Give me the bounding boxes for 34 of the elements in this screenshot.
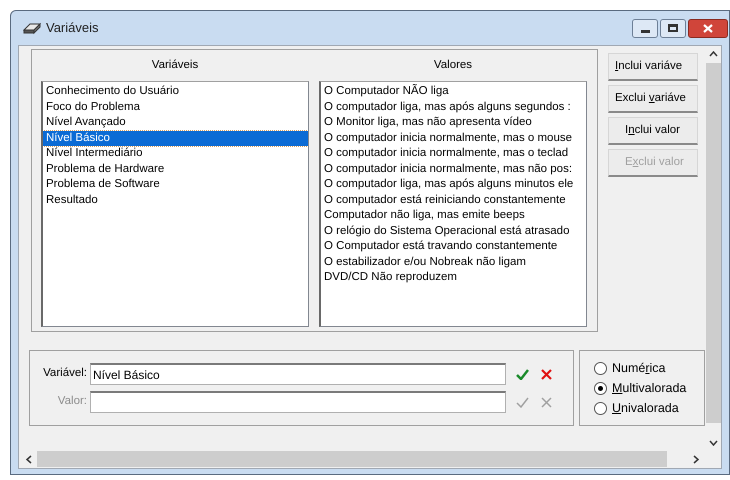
delete-button[interactable]: Exclui variáve (608, 85, 698, 113)
list-item[interactable]: O computador inicia normalmente, mas o mouse (321, 130, 586, 146)
list-item[interactable]: O computador inicia normalmente, mas o teclad (321, 146, 586, 162)
field-label: Valor: (56, 394, 88, 410)
list-item[interactable]: O estabilizador e/ou Nobreak não ligam (321, 254, 586, 270)
field-label: Variável: (42, 366, 88, 382)
list-item[interactable]: O computador liga, mas após alguns minutos ele (321, 177, 586, 193)
list-item[interactable]: Problema de Software (43, 177, 308, 193)
list-item[interactable]: Resultado (43, 192, 308, 208)
list-item[interactable]: O relógio do Sistema Operacional está atrasado (321, 224, 586, 240)
variables-list[interactable]: Conhecimento do Usuário Foco do Problema Nível Avançado Nível Básico Nível Intermediário Problema de Hardware Problema de Software Resultado (41, 81, 309, 328)
radio-label: Univalorada (612, 400, 679, 416)
input-field[interactable]: Nível Básico (90, 363, 506, 385)
list-item[interactable]: DVD/CD Não reproduzem (321, 270, 586, 286)
list-item[interactable]: O Computador NÃO liga (321, 84, 586, 100)
list-item[interactable]: O computador está reiniciando constantemente (321, 192, 586, 208)
list-item[interactable]: O Computador está travando constantemente (321, 239, 586, 255)
window-title: Variáveis (46, 19, 99, 38)
list-item[interactable]: Foco do Problema (43, 100, 308, 116)
list-item[interactable]: Nível Básico (43, 130, 308, 146)
column-heading: Valores (434, 58, 472, 73)
add-button[interactable]: Inclui variáve (608, 53, 698, 81)
list-item[interactable]: Nível Intermediário (43, 146, 308, 162)
list-item[interactable]: Nível Avançado (43, 115, 308, 131)
list-item[interactable]: O Monitor liga, mas não apresenta vídeo (321, 115, 586, 131)
list-item[interactable]: Computador não liga, mas emite beeps (321, 208, 586, 224)
column-heading: Variáveis (152, 58, 198, 73)
add-button[interactable]: Inclui valor (608, 117, 698, 145)
list-item[interactable]: Conhecimento do Usuário (43, 84, 308, 100)
radio-label: Multivalorada (612, 380, 686, 396)
list-item[interactable]: Problema de Hardware (43, 162, 308, 178)
list-item[interactable]: O computador liga, mas após alguns segundos : (321, 100, 586, 116)
list-item[interactable]: O computador inicia normalmente, mas não pos: (321, 162, 586, 178)
radio-label: Numérica (612, 360, 666, 376)
